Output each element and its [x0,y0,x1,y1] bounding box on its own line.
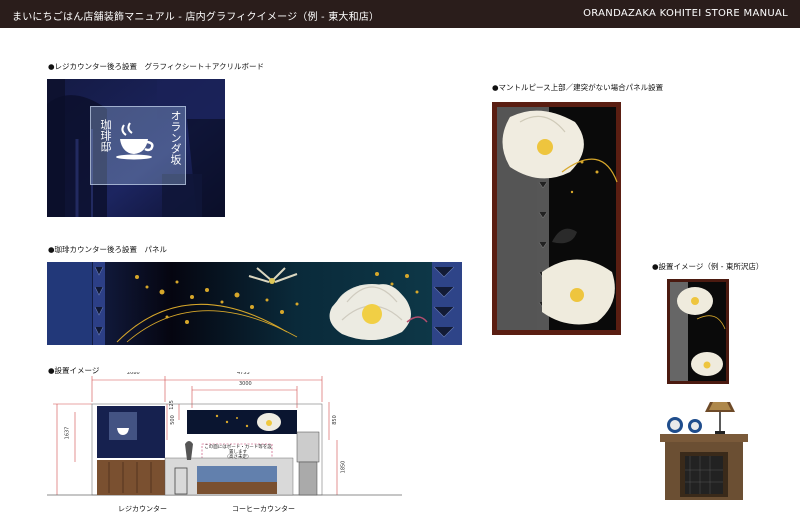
coffee-cup-logo-icon [114,121,158,161]
dim-3000: 3000 [239,381,252,387]
fireplace-illustration [655,390,755,500]
install-note-line1: この面にはボード・カード等を設置します [204,445,272,455]
installation-diagram: 2080 4753 3000 2700 1637 125 500 850 185… [47,372,402,497]
label-register-counter: レジカウンター [118,505,167,513]
dim-4753: 4753 [237,372,250,376]
dim-1637: 1637 [64,426,71,440]
header-bar: まいにちごはん店舗装飾マニュアル - 店内グラフィクイメージ（例 - 東大和店）… [0,0,800,28]
dim-850: 850 [331,415,338,425]
register-graphic: オランダ坂 珈琲邸 [47,79,225,217]
caption-mantel: ●マントルピース上部／建突がない場合パネル設置 [492,83,664,92]
dim-500: 500 [169,415,176,425]
sign-text-kohitei: 珈琲邸 [99,119,112,152]
dim-125: 125 [168,400,175,410]
coffee-counter-panel [47,262,462,345]
dim-1850: 1850 [340,460,347,474]
caption-register: ●レジカウンター後ろ設置 グラフィクシート＋アクリルボード [48,62,265,71]
caption-mantel-example: ●設置イメージ（例 - 東所沢店） [652,262,764,271]
sign-text-orandazaka: オランダ坂 [169,110,182,165]
mantel-panel [492,102,621,335]
page-title: まいにちごはん店舗装飾マニュアル - 店内グラフィクイメージ（例 - 東大和店） [12,12,380,23]
label-coffee-counter: コーヒーカウンター [232,505,295,513]
caption-coffee: ●珈琲カウンター後ろ設置 パネル [48,245,168,254]
brand-title: ORANDAZAKA KOHITEI STORE MANUAL [583,8,788,19]
install-note: この面にはボード・カード等を設置します （高さ未定） [203,445,273,460]
install-note-line2: （高さ未定） [224,455,252,460]
mantel-example-panel [667,279,729,384]
dim-2080: 2080 [127,372,140,376]
